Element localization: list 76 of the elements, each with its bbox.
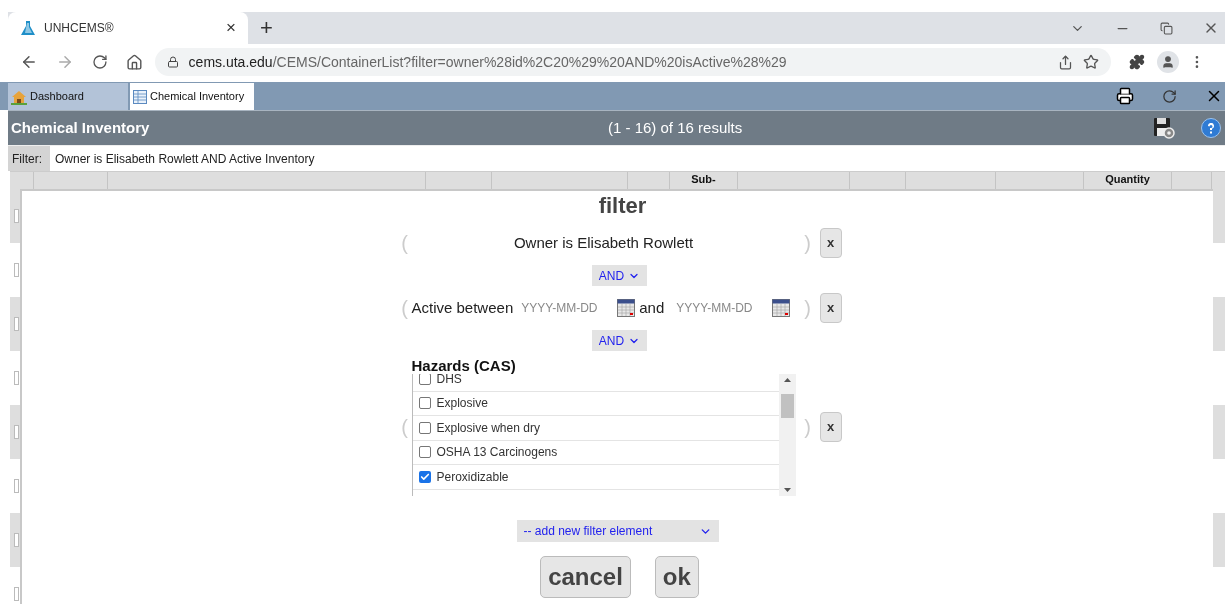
new-tab-button[interactable]: + [260, 16, 273, 40]
print-icon[interactable] [1116, 87, 1134, 105]
close-paren: ) [803, 231, 812, 256]
help-icon[interactable] [1201, 118, 1221, 138]
row-checkbox[interactable] [14, 479, 19, 493]
checkbox[interactable] [418, 397, 431, 410]
hazard-item[interactable]: Explosive when dry [412, 416, 779, 441]
star-icon[interactable] [1083, 54, 1100, 70]
row-checkbox[interactable] [14, 425, 19, 439]
ok-button[interactable]: ok [654, 556, 699, 598]
extensions-icon[interactable] [1129, 54, 1146, 70]
address-bar[interactable]: cems.uta.edu/CEMS/ContainerList?filter=owner%28id%2C20%29%20AND%20isActive%28%29 [154, 48, 1112, 76]
open-paren: ( [400, 415, 409, 440]
close-tab-button[interactable]: × [226, 15, 236, 41]
calendar-icon[interactable] [772, 299, 791, 317]
open-paren: ( [400, 231, 409, 256]
back-icon[interactable] [20, 53, 38, 71]
close-paren: ) [803, 296, 812, 321]
dialog-title: filter [598, 193, 647, 219]
profile-icon[interactable] [1157, 51, 1180, 73]
checkbox[interactable] [418, 374, 431, 385]
row-checkbox[interactable] [14, 263, 19, 277]
remove-button[interactable]: x [819, 293, 842, 323]
scrollbar[interactable] [778, 374, 796, 496]
scroll-thumb[interactable] [780, 394, 794, 418]
remove-button[interactable]: x [819, 228, 842, 258]
filter-label: Filter: [8, 146, 50, 171]
hazards-heading: Hazards (CAS) [411, 358, 517, 374]
hazard-item[interactable]: Explosive [412, 391, 779, 416]
hazard-item[interactable]: DHS [412, 374, 779, 392]
operator-select[interactable]: AND [591, 330, 648, 351]
and-label: and [639, 297, 665, 318]
filter-summary: Owner is Elisabeth Rowlett AND Active Inventory [54, 150, 315, 168]
hazard-item[interactable]: Peroxidizable [412, 465, 779, 490]
app-tab[interactable]: Dashboard [8, 83, 128, 110]
table-row-edge [1213, 297, 1225, 351]
app-tab[interactable]: Chemical Inventory [130, 83, 254, 110]
lock-icon [166, 56, 179, 68]
cancel-button[interactable]: cancel [540, 556, 631, 598]
remove-button[interactable]: x [819, 412, 842, 442]
scroll-up-icon[interactable] [783, 378, 791, 382]
scroll-down-icon[interactable] [783, 488, 791, 492]
calendar-icon[interactable] [617, 299, 636, 317]
browser-tab[interactable]: UNHCEMS® × [8, 12, 248, 44]
operator-select[interactable]: AND [591, 265, 648, 286]
page-title: Chemical Inventory [11, 119, 150, 136]
hazard-item[interactable]: OSHA 13 Carcinogens [412, 440, 779, 465]
date-field[interactable]: YYYY-MM-DD [521, 299, 618, 317]
url-text: cems.uta.edu/CEMS/ContainerList?filter=owner%28id%2C20%29%20AND%20isActive%28%29 [188, 52, 788, 72]
house-icon [11, 88, 27, 105]
row-checkbox[interactable] [14, 317, 19, 331]
checkbox[interactable] [418, 470, 431, 483]
table-row-edge [1213, 513, 1225, 567]
row-checkbox[interactable] [14, 533, 19, 547]
table-row-edge [1213, 405, 1225, 459]
refresh-icon[interactable] [1162, 88, 1177, 104]
condition-text: Owner is Elisabeth Rowlett [512, 232, 695, 253]
checkbox[interactable] [418, 446, 431, 459]
add-filter-select[interactable]: -- add new filter element [516, 520, 719, 542]
reload-icon[interactable] [91, 54, 108, 70]
flask-icon [20, 20, 36, 36]
checkbox[interactable] [418, 421, 431, 434]
close-paren: ) [803, 415, 812, 440]
open-paren: ( [400, 296, 409, 321]
restore-icon[interactable] [1160, 21, 1173, 35]
tab-title: UNHCEMS® [44, 20, 115, 37]
save-settings-icon[interactable] [1153, 117, 1175, 139]
condition-label: Active between [411, 297, 514, 318]
row-checkbox[interactable] [14, 371, 19, 385]
table-icon [133, 89, 147, 104]
row-checkbox[interactable] [14, 587, 19, 601]
row-checkbox[interactable] [14, 209, 19, 223]
results-count: (1 - 16) of 16 results [608, 117, 743, 138]
share-icon[interactable] [1058, 54, 1074, 70]
home-icon[interactable] [125, 53, 143, 71]
date-field[interactable]: YYYY-MM-DD [676, 299, 773, 317]
